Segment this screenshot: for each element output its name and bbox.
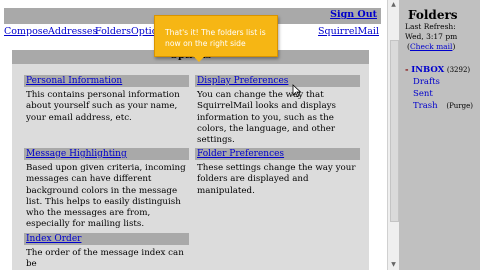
- check-mail-wrapper: (Check mail): [407, 42, 456, 51]
- folder-sent-link[interactable]: Sent: [413, 89, 433, 99]
- mouse-pointer-icon: [292, 84, 301, 97]
- message-highlighting-link[interactable]: Message Highlighting: [26, 149, 127, 159]
- last-refresh-time: Wed, 3:17 pm: [405, 32, 458, 41]
- message-highlighting-block: Message Highlighting Based upon given cr…: [24, 148, 189, 229]
- display-preferences-block: Display Preferences You can change the w…: [195, 75, 360, 145]
- check-mail-link[interactable]: Check mail: [410, 42, 453, 51]
- folder-item-inbox[interactable]: - INBOX (3292): [405, 65, 470, 75]
- addresses-link[interactable]: Addresses: [48, 26, 97, 37]
- tooltip-line-2: now on the right side: [165, 39, 246, 48]
- tooltip-pointer: [193, 56, 205, 62]
- scroll-down-arrow-icon[interactable]: ▼: [388, 260, 399, 270]
- folder-preferences-desc: These settings change the way your folde…: [197, 163, 356, 196]
- scroll-up-arrow-icon[interactable]: ▲: [388, 0, 399, 10]
- folder-preferences-block: Folder Preferences These settings change…: [195, 148, 360, 226]
- index-order-block: Index Order The order of the message ind…: [24, 233, 189, 270]
- message-highlighting-desc: Based upon given criteria, incoming mess…: [26, 163, 186, 230]
- personal-information-block: Personal Information This contains perso…: [24, 75, 189, 141]
- folders-sidebar: Folders Last Refresh: Wed, 3:17 pm (Chec…: [399, 0, 480, 270]
- tutorial-tooltip: That's it! The folders list is now on th…: [154, 15, 278, 62]
- folder-item-sent[interactable]: Sent: [413, 89, 433, 99]
- current-folder-marker: -: [405, 65, 409, 75]
- folder-preferences-link[interactable]: Folder Preferences: [197, 149, 284, 159]
- index-order-desc: The order of the message index can be: [26, 248, 184, 270]
- display-preferences-desc: You can change the way that SquirrelMail…: [197, 90, 337, 146]
- folder-inbox-link[interactable]: INBOX: [411, 65, 444, 75]
- display-preferences-link[interactable]: Display Preferences: [197, 76, 288, 86]
- folder-item-trash[interactable]: Trash (Purge): [413, 101, 473, 111]
- folders-link[interactable]: Folders: [95, 26, 131, 37]
- folders-title: Folders: [408, 8, 458, 22]
- purge-trash-link[interactable]: (Purge): [446, 102, 473, 110]
- sign-out-link[interactable]: Sign Out: [330, 9, 377, 20]
- compose-link[interactable]: Compose: [4, 26, 48, 37]
- scrollbar-thumb[interactable]: [390, 40, 399, 222]
- folder-item-drafts[interactable]: Drafts: [413, 77, 440, 87]
- folder-drafts-link[interactable]: Drafts: [413, 77, 440, 87]
- folder-trash-link[interactable]: Trash: [413, 101, 438, 111]
- personal-information-link[interactable]: Personal Information: [26, 76, 122, 86]
- inbox-count: (3292): [446, 66, 471, 74]
- squirrelmail-link[interactable]: SquirrelMail: [318, 26, 379, 37]
- personal-information-desc: This contains personal information about…: [26, 90, 180, 123]
- tooltip-line-1: That's it! The folders list is: [165, 28, 266, 37]
- last-refresh-label: Last Refresh:: [405, 22, 456, 31]
- index-order-link[interactable]: Index Order: [26, 234, 81, 244]
- main-scrollbar[interactable]: ▲ ▼: [387, 0, 399, 270]
